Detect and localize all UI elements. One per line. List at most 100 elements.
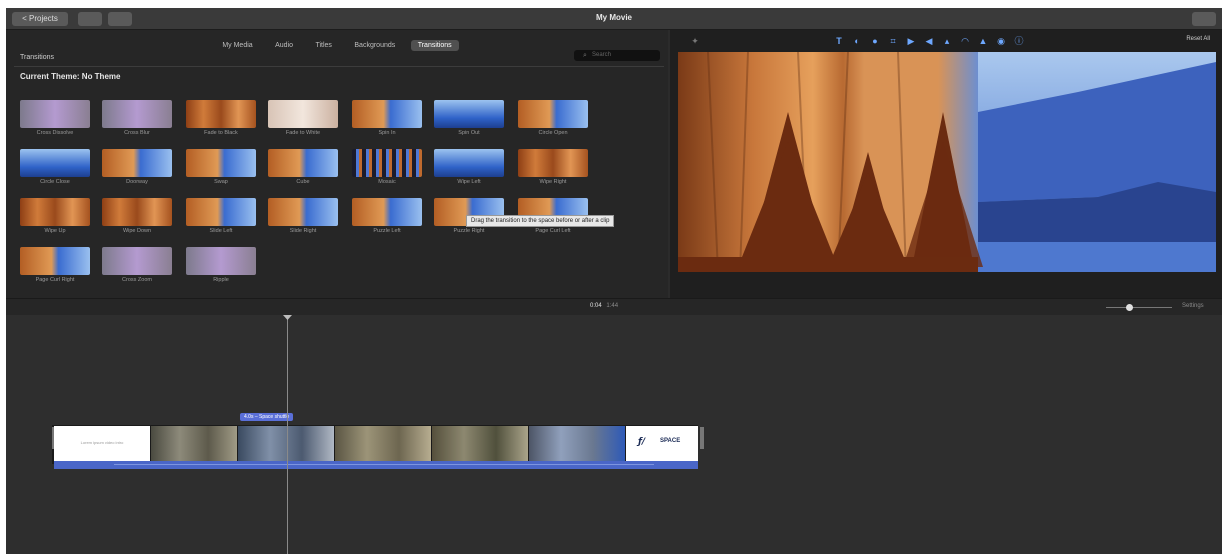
info-icon[interactable]: ⓘ (1014, 36, 1024, 46)
logo-clip[interactable]: ƒ/ SPACE (626, 426, 698, 461)
transition-label: Mosaic (378, 179, 396, 185)
theme-label: Current Theme: No Theme (20, 72, 121, 81)
transition-thumbnail[interactable]: Mosaic (352, 149, 422, 185)
transition-thumbnail[interactable]: Wipe Down (102, 198, 172, 234)
transition-label: Fade to White (285, 130, 321, 136)
tooltip: Drag the transition to the space before … (466, 215, 615, 227)
viewer-toolbar: ✦ T ◐ ● ⌗ ▶ ◀ ▴ ◠ ▲ ◉ ⓘ (670, 36, 1222, 48)
reset-all-button[interactable]: Reset All (1186, 36, 1210, 42)
transition-thumbnail[interactable]: Cube (268, 149, 338, 185)
transition-thumbnail[interactable]: Wipe Left (434, 149, 504, 185)
stabilize-icon[interactable]: ▲ (978, 36, 988, 46)
transition-thumbnail[interactable]: Circle Open (518, 100, 588, 136)
divider (14, 66, 664, 67)
text-icon[interactable]: T (834, 36, 844, 46)
tab-backgrounds[interactable]: Backgrounds (347, 40, 402, 51)
transition-thumbnail[interactable]: Doorway (102, 149, 172, 185)
camera-icon[interactable]: ▶ (906, 36, 916, 46)
video-clip[interactable] (238, 426, 334, 461)
chart-icon[interactable]: ▴ (942, 36, 952, 46)
search-placeholder: Search (592, 52, 612, 58)
filter-icon[interactable]: ◉ (996, 36, 1006, 46)
imovie-window: < Projects My Movie My Media Audio Title… (6, 8, 1222, 554)
audio-track[interactable] (54, 461, 698, 469)
preview-image (678, 52, 1216, 272)
palette-icon[interactable]: ● (870, 36, 880, 46)
tab-titles[interactable]: Titles (308, 40, 338, 51)
tab-transitions[interactable]: Transitions (410, 40, 459, 51)
volume-icon[interactable]: ◀ (924, 36, 934, 46)
transition-label: Puzzle Left (373, 228, 401, 234)
transition-thumbnail[interactable]: Spin Out (434, 100, 504, 136)
browser-tabs: My Media Audio Titles Backgrounds Transi… (6, 34, 668, 51)
search-input[interactable]: ⌕ Search (574, 50, 660, 61)
timecode: 0:04 1:44 (590, 303, 618, 309)
transition-label: Wipe Up (44, 228, 66, 234)
video-clip[interactable] (432, 426, 528, 461)
transition-thumbnail[interactable]: Wipe Right (518, 149, 588, 185)
logo-text: SPACE (660, 438, 681, 444)
fullscreen-button[interactable] (1192, 12, 1216, 26)
transition-label: Page Curl Left (535, 228, 571, 234)
zoom-slider-knob[interactable] (1126, 304, 1133, 311)
speed-icon[interactable]: ◠ (960, 36, 970, 46)
content-browser: My Media Audio Titles Backgrounds Transi… (6, 30, 668, 298)
transition-thumbnail[interactable]: Page Curl Right (20, 247, 90, 283)
timeline: 0:04 1:44 Settings 4.0s – Space shuttle … (6, 298, 1222, 554)
timeline-header: 0:04 1:44 Settings (6, 299, 1222, 315)
zoom-slider[interactable] (1106, 307, 1172, 308)
playhead-handle[interactable] (283, 315, 292, 320)
intro-clip[interactable]: Lorem ipsum video intro (54, 426, 150, 461)
transition-thumbnail[interactable]: Fade to White (268, 100, 338, 136)
color-icon[interactable]: ◐ (852, 36, 862, 46)
transition-thumbnail[interactable]: Cross Zoom (102, 247, 172, 283)
transition-label: Puzzle Right (453, 228, 485, 234)
transition-label: Cross Zoom (122, 277, 152, 283)
transition-label: Wipe Left (457, 179, 481, 185)
transition-label: Wipe Right (539, 179, 567, 185)
transition-thumbnail[interactable]: Swap (186, 149, 256, 185)
transition-thumbnail[interactable]: Cross Dissolve (20, 100, 90, 136)
logo-icon: ƒ/ (638, 437, 646, 447)
transition-thumbnail[interactable]: Slide Left (186, 198, 256, 234)
tab-my-media[interactable]: My Media (215, 40, 259, 51)
transition-label: Spin In (378, 130, 396, 136)
video-clip[interactable] (151, 426, 237, 461)
video-clip[interactable] (529, 426, 625, 461)
wand-icon[interactable]: ✦ (690, 36, 700, 46)
transition-thumbnail[interactable]: Wipe Up (20, 198, 90, 234)
transition-label: Swap (214, 179, 228, 185)
video-preview (678, 52, 1216, 272)
transition-label: Doorway (126, 179, 148, 185)
video-clip[interactable] (335, 426, 431, 461)
transition-label: Spin Out (458, 130, 480, 136)
total-time: 1:44 (606, 303, 619, 309)
transition-label: Circle Open (538, 130, 568, 136)
transition-thumbnail[interactable]: Ripple (186, 247, 256, 283)
transition-label: Cross Blur (124, 130, 150, 136)
transition-label: Page Curl Right (35, 277, 75, 283)
intro-clip-text: Lorem ipsum video intro (80, 440, 124, 445)
crop-icon[interactable]: ⌗ (888, 36, 898, 46)
transition-label: Circle Close (40, 179, 70, 185)
transition-label: Slide Right (289, 228, 317, 234)
transition-label: Ripple (213, 277, 229, 283)
clip-end-handle[interactable] (700, 427, 704, 449)
transition-label: Slide Left (209, 228, 233, 234)
settings-button[interactable]: Settings (1182, 303, 1204, 309)
transition-thumbnail[interactable]: Cross Blur (102, 100, 172, 136)
transition-thumbnail[interactable]: Fade to Black (186, 100, 256, 136)
transition-thumbnail[interactable]: Slide Right (268, 198, 338, 234)
transition-thumbnail[interactable]: Spin In (352, 100, 422, 136)
transition-thumbnail[interactable]: Puzzle Left (352, 198, 422, 234)
transition-label: Cross Dissolve (36, 130, 74, 136)
tab-audio[interactable]: Audio (268, 40, 300, 51)
title-bar: < Projects My Movie (6, 8, 1222, 30)
transition-label: Cube (296, 179, 310, 185)
transition-label: Fade to Black (204, 130, 238, 136)
viewer-panel: ✦ T ◐ ● ⌗ ▶ ◀ ▴ ◠ ▲ ◉ ⓘ Reset All (670, 30, 1222, 298)
transition-thumbnail[interactable]: Circle Close (20, 149, 90, 185)
clip-label: 4.0s – Space shuttle (240, 413, 294, 421)
playhead[interactable] (287, 315, 288, 554)
transition-label: Wipe Down (122, 228, 152, 234)
